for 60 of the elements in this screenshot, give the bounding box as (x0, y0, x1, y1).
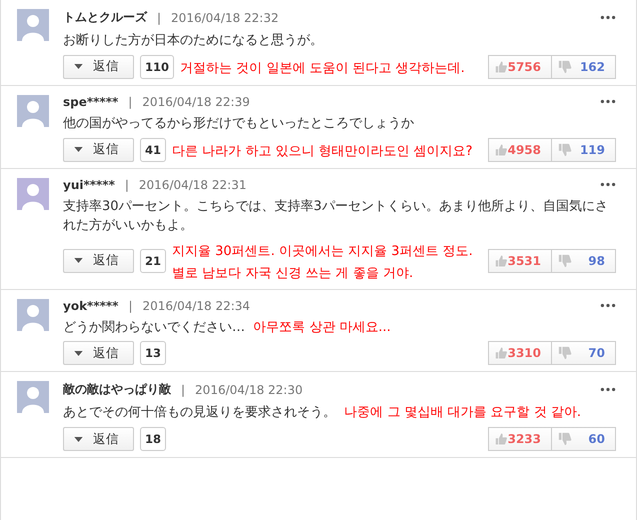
comment-text: 支持率30パーセント。こちらでは、支持率3パーセントくらい。あまり他所より、自国気にされた方がいいかもよ。 (63, 198, 608, 233)
dislike-button[interactable]: 70 (552, 341, 616, 366)
dislike-button[interactable]: 98 (552, 248, 616, 273)
reply-button[interactable]: 返信 (63, 248, 134, 273)
separator: | (128, 94, 132, 109)
thumbs-up-icon (495, 432, 508, 446)
user-name[interactable]: 敵の敵はやっぱり敵 (63, 381, 171, 398)
thumbs-down-icon (558, 254, 572, 268)
more-icon[interactable] (600, 303, 616, 308)
user-name[interactable]: spe***** (63, 94, 118, 109)
thumbs-up-icon (495, 254, 508, 268)
caret-icon (74, 64, 83, 70)
reply-count: 41 (140, 138, 166, 162)
dislike-button[interactable]: 119 (552, 138, 616, 162)
reply-count: 13 (140, 341, 166, 366)
reply-button[interactable]: 返信 (63, 427, 134, 452)
more-icon[interactable] (600, 15, 616, 20)
thumbs-up-icon (495, 142, 508, 157)
more-icon[interactable] (600, 99, 616, 104)
separator: | (128, 298, 132, 313)
thumbs-down-icon (558, 60, 572, 74)
translation-text: 다른 나라가 하고 있으니 형태만이라도인 셈이지요? (172, 144, 473, 159)
thumbs-up-icon (495, 346, 508, 360)
caret-icon (74, 258, 83, 264)
reply-button[interactable]: 返信 (63, 138, 134, 162)
comment-text: 他の国がやってるから形だけでもといったところでしょうか (63, 116, 414, 131)
thumbs-down-icon (558, 142, 572, 157)
translation-text: 아무쪼록 상관 마세요... (253, 320, 391, 335)
reply-count: 18 (140, 427, 166, 452)
caret-icon (74, 350, 83, 356)
translation-text: 나중에 그 몇십배 대가를 요구할 것 같아. (344, 405, 582, 420)
post-date: 2016/04/18 22:31 (138, 178, 246, 192)
separator: | (124, 178, 129, 192)
reply-button[interactable]: 返信 (63, 54, 134, 79)
caret-icon (74, 147, 83, 152)
separator: | (157, 10, 162, 24)
dislike-button[interactable]: 162 (552, 54, 616, 79)
comment-text: お断りした方が日本のためになると思うが。 (63, 33, 323, 48)
user-name[interactable]: yui***** (63, 178, 115, 192)
thumbs-down-icon (558, 432, 572, 446)
user-name[interactable]: yok***** (63, 298, 118, 313)
reply-button[interactable]: 返信 (63, 341, 134, 366)
thumbs-down-icon (558, 346, 572, 360)
comment-text: どうか関わらないでください… (63, 320, 245, 335)
reply-count: 21 (140, 248, 166, 273)
translation-text: 거절하는 것이 일본에 도움이 된다고 생각하는데. (180, 61, 465, 76)
dislike-button[interactable]: 60 (552, 427, 616, 452)
post-date: 2016/04/18 22:39 (142, 94, 250, 109)
comment-text: あとでその何十倍もの見返りを要求されそう。 (63, 405, 336, 420)
separator: | (181, 382, 186, 397)
caret-icon (74, 436, 83, 442)
translation-text: 지지율 30퍼센트. 이곳에서는 지지율 3퍼센트 정도. 별로 남보다 자국 신경 쓰는 게 좋을 거야. (172, 244, 473, 281)
post-date: 2016/04/18 22:32 (171, 10, 279, 24)
post-date: 2016/04/18 22:34 (142, 298, 250, 313)
user-name[interactable]: トムとクルーズ (63, 9, 147, 26)
post-date: 2016/04/18 22:30 (195, 382, 303, 397)
more-icon[interactable] (600, 387, 616, 392)
more-icon[interactable] (600, 182, 616, 188)
thumbs-up-icon (495, 60, 508, 74)
reply-count: 110 (140, 54, 174, 79)
